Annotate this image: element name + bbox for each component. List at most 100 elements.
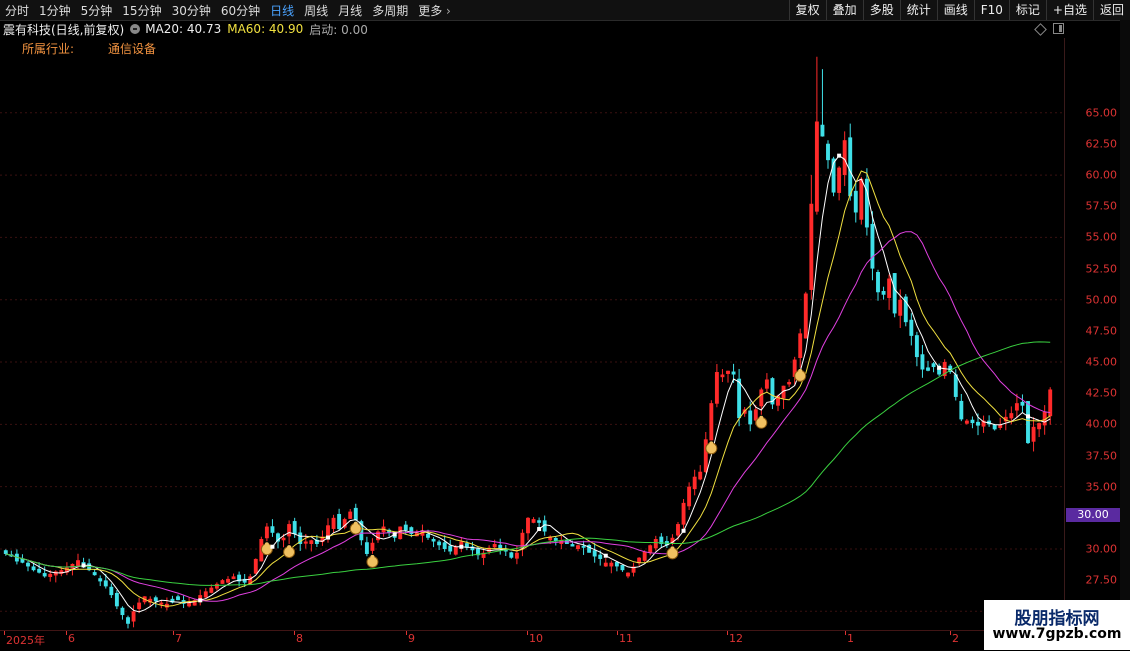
candle-body xyxy=(53,571,58,576)
money-bag-knot-icon xyxy=(759,415,764,420)
toolbar-button-6[interactable]: 标记 xyxy=(1008,0,1046,20)
diamond-icon[interactable] xyxy=(1034,23,1047,36)
settings-gear-icon[interactable] xyxy=(130,24,141,34)
time-axis-label: 10 xyxy=(529,632,543,645)
toolbar-button-7[interactable]: +自选 xyxy=(1045,0,1093,20)
candle-body xyxy=(331,517,336,529)
time-axis-tick xyxy=(294,631,295,635)
tab-period-7[interactable]: 周线 xyxy=(299,2,333,19)
candle-body xyxy=(437,541,442,546)
candle-body xyxy=(448,545,453,552)
candle-body xyxy=(748,410,753,425)
candle-body xyxy=(103,580,108,587)
price-axis-label: 60.00 xyxy=(1085,168,1118,182)
toolbar-button-5[interactable]: F10 xyxy=(973,0,1009,20)
money-bag-knot-icon xyxy=(353,521,358,526)
candle-body xyxy=(920,354,925,370)
candle-body xyxy=(3,550,8,554)
tab-period-5[interactable]: 60分钟 xyxy=(216,2,265,19)
tab-period-2[interactable]: 5分钟 xyxy=(76,2,118,19)
candle-body xyxy=(326,525,330,537)
candle-body xyxy=(914,335,919,358)
price-axis-label: 45.00 xyxy=(1085,355,1118,369)
candle-body xyxy=(864,178,869,228)
candle-body xyxy=(492,544,497,548)
candle-body xyxy=(731,371,736,375)
candle-body xyxy=(531,519,536,523)
price-axis-label: 30.00 xyxy=(1085,542,1118,556)
candle-body xyxy=(114,592,119,607)
candle-body xyxy=(409,527,414,535)
candle-body xyxy=(514,552,519,559)
candle-body xyxy=(970,419,975,424)
candle-body xyxy=(853,190,858,213)
candle-body xyxy=(337,513,342,530)
candle-body xyxy=(926,367,930,371)
price-axis-label: 37.50 xyxy=(1085,449,1118,463)
candle-body xyxy=(459,541,464,545)
toolbar-button-0[interactable]: 复权 xyxy=(788,0,826,20)
candle-body xyxy=(709,403,714,441)
window-toggle-icon[interactable] xyxy=(1053,23,1064,34)
tab-period-6[interactable]: 日线 xyxy=(265,2,299,19)
candle-body xyxy=(570,544,575,547)
ma-marker xyxy=(1026,414,1030,419)
tab-period-0[interactable]: 分时 xyxy=(0,2,34,19)
candle-body xyxy=(42,573,47,577)
candle-body xyxy=(176,596,180,601)
candle-body xyxy=(959,400,964,420)
money-bag-knot-icon xyxy=(370,554,375,559)
stock-title: 震有科技(日线,前复权) xyxy=(3,22,125,37)
candle-body xyxy=(898,299,903,316)
candle-body xyxy=(876,271,880,293)
right-side-panel[interactable] xyxy=(1120,20,1130,650)
ma-marker xyxy=(459,544,464,549)
tab-period-4[interactable]: 30分钟 xyxy=(167,2,216,19)
candle-body xyxy=(1037,423,1042,430)
tab-period-8[interactable]: 月线 xyxy=(333,2,367,19)
tab-period-3[interactable]: 15分钟 xyxy=(117,2,166,19)
candle-body xyxy=(31,566,36,571)
candle-body xyxy=(509,552,514,558)
candle-body xyxy=(109,586,114,596)
tab-period-1[interactable]: 1分钟 xyxy=(34,2,76,19)
time-axis-label: 6 xyxy=(68,632,75,645)
ma-marker xyxy=(937,365,942,370)
toolbar-button-1[interactable]: 叠加 xyxy=(825,0,863,20)
toolbar-button-8[interactable]: 返回 xyxy=(1092,0,1130,20)
candle-body xyxy=(798,333,803,358)
candle-body xyxy=(603,562,608,567)
candle-body xyxy=(253,558,258,574)
candle-body xyxy=(209,587,214,593)
start-value: 启动: 0.00 xyxy=(309,22,368,37)
time-axis-tick xyxy=(845,631,846,635)
candle-body xyxy=(426,533,430,538)
candle-body xyxy=(848,137,853,197)
tab-period-10[interactable]: 更多 xyxy=(413,2,456,19)
candle-body xyxy=(759,389,764,407)
candle-body xyxy=(1009,413,1014,419)
toolbar-button-4[interactable]: 画线 xyxy=(936,0,974,20)
candle-body xyxy=(626,572,630,577)
candle-body xyxy=(609,562,614,567)
candle-body xyxy=(220,580,225,584)
time-axis-label: 11 xyxy=(619,632,633,645)
price-axis: 65.00 62.50 60.00 57.50 55.00 52.50 50.00 47.50… xyxy=(1064,38,1121,630)
toolbar-button-2[interactable]: 多股 xyxy=(862,0,900,20)
candle-body xyxy=(203,591,208,598)
candle-body xyxy=(264,526,269,539)
candle-body xyxy=(764,379,769,389)
toolbar-button-3[interactable]: 统计 xyxy=(899,0,937,20)
candle-body xyxy=(803,293,808,339)
candle-body xyxy=(348,511,353,519)
time-axis-label: 2025年 xyxy=(6,634,45,647)
candle-body xyxy=(26,562,30,567)
ma20-value: MA20: 40.73 xyxy=(145,22,222,36)
candle-body xyxy=(353,507,358,521)
tab-period-9[interactable]: 多周期 xyxy=(367,2,413,19)
ma60-line xyxy=(5,341,1051,586)
candle-body xyxy=(976,421,980,426)
time-axis-label: 7 xyxy=(175,632,182,645)
time-axis-tick xyxy=(173,631,174,635)
candlestick-chart[interactable] xyxy=(0,38,1064,630)
